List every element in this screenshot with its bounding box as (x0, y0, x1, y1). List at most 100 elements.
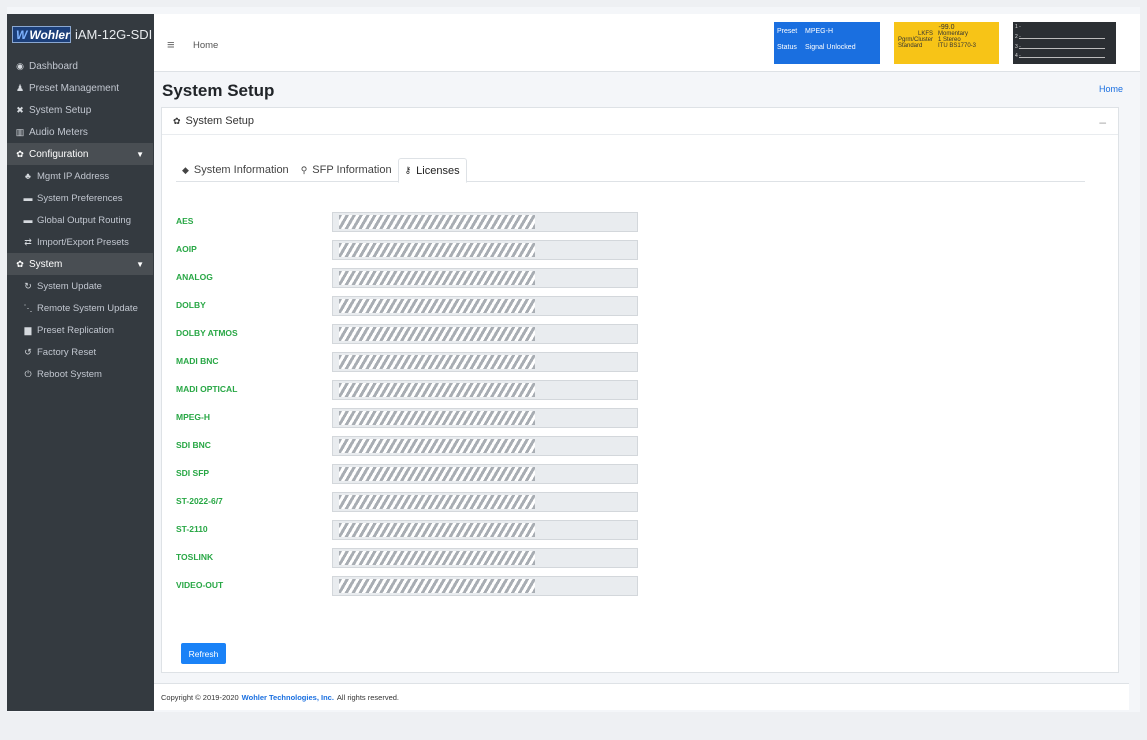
sidebar-item-global-output-routing[interactable]: ▬ Global Output Routing (7, 209, 154, 231)
license-fill (339, 271, 535, 285)
license-row: ANALOG (176, 268, 646, 288)
loudness-panel: -99.0 LKFS Momentary Pgrm/Cluster 1 Stereo… (894, 22, 999, 64)
sidebar-item-label: Audio Meters (29, 126, 88, 138)
license-row: VIDEO-OUT (176, 576, 646, 596)
license-label: AOIP (176, 244, 197, 254)
tab-system-information[interactable]: ◆ System Information (176, 158, 295, 182)
card-title: System Setup (185, 115, 255, 127)
license-row: ST-2022-6/7 (176, 492, 646, 512)
license-row: MADI BNC (176, 352, 646, 372)
license-field (332, 520, 638, 540)
standard-label: Standard (898, 43, 923, 49)
gear-icon: ✿ (173, 115, 181, 126)
license-label: ST-2110 (176, 524, 208, 534)
hamburger-menu-icon[interactable]: ≡ (167, 37, 175, 52)
sidebar-item-system-setup[interactable]: ✖ System Setup (7, 99, 154, 121)
keyboard-icon: ▬ (23, 215, 33, 225)
license-row: TOSLINK (176, 548, 646, 568)
wohler-logo: W Wohler (12, 26, 71, 43)
sidebar-group-configuration[interactable]: ✿ Configuration ▼ (7, 143, 153, 165)
sidebar-item-label: Mgmt IP Address (37, 170, 110, 182)
sidebar-item-label: Preset Replication (37, 324, 115, 336)
brand[interactable]: W Wohler iAM-12G-SDI (7, 14, 154, 55)
sidebar-item-label: Dashboard (29, 60, 78, 72)
breadcrumb-home[interactable]: Home (1099, 84, 1123, 94)
sidebar-item-label: System Setup (29, 104, 92, 116)
power-icon: ⏻ (24, 368, 32, 379)
license-field (332, 548, 638, 568)
license-label: TOSLINK (176, 552, 214, 562)
license-field (332, 464, 638, 484)
sidebar-item-label: Global Output Routing (37, 214, 132, 226)
sidebar-item-system-update[interactable]: ↻ System Update (7, 275, 154, 297)
license-field (332, 352, 638, 372)
keyboard-icon: ▬ (23, 193, 33, 203)
meter-label: 1 - (1015, 24, 1021, 30)
sidebar-item-label: System Preferences (37, 192, 123, 204)
license-label: SDI BNC (176, 440, 211, 450)
license-label: DOLBY (176, 300, 206, 310)
license-field (332, 492, 638, 512)
license-field (332, 296, 638, 316)
license-field (332, 212, 638, 232)
loudness-value: -99.0 (938, 24, 955, 31)
sidebar-item-remote-system-update[interactable]: ⋱ Remote System Update (7, 297, 154, 319)
sidebar-group-label: Configuration (29, 148, 89, 160)
sidebar-group-system[interactable]: ✿ System ▼ (7, 253, 153, 275)
license-fill (339, 383, 535, 397)
sidebar-item-preset-management[interactable]: ♟ Preset Management (7, 77, 154, 99)
tools-icon: ✖ (16, 104, 24, 115)
sidebar-item-system-preferences[interactable]: ▬ System Preferences (7, 187, 154, 209)
sidebar-item-label: Reboot System (37, 368, 102, 380)
license-fill (339, 327, 535, 341)
tab-label: SFP Information (312, 164, 392, 176)
company-link[interactable]: Wohler Technologies, Inc. (242, 693, 334, 702)
license-fill (339, 439, 535, 453)
collapse-card-button[interactable]: – (1099, 115, 1106, 129)
license-row: DOLBY (176, 296, 646, 316)
gears-icon: ✿ (16, 258, 24, 269)
sidebar-item-import-export-presets[interactable]: ⇄ Import/Export Presets (7, 231, 154, 253)
license-row: AOIP (176, 240, 646, 260)
refresh-button[interactable]: Refresh (181, 643, 226, 664)
sidebar-item-dashboard[interactable]: ◉ Dashboard (7, 55, 154, 77)
sidebar-item-audio-meters[interactable]: ▥ Audio Meters (7, 121, 154, 143)
license-label: ANALOG (176, 272, 213, 282)
navbar-home-link[interactable]: Home (193, 40, 218, 51)
preset-label: Preset (777, 28, 798, 35)
license-row: MPEG-H (176, 408, 646, 428)
sidebar-item-factory-reset[interactable]: ↺ Factory Reset (7, 341, 154, 363)
tab-sfp-information[interactable]: ⚲ SFP Information (295, 158, 398, 182)
bar-chart-icon: ▥ (15, 126, 25, 137)
sidebar-item-mgmt-ip-address[interactable]: ♣ Mgmt IP Address (7, 165, 154, 187)
project-diagram-icon: ⋱ (23, 302, 33, 313)
license-row: SDI SFP (176, 464, 646, 484)
license-row: AES (176, 212, 646, 232)
sync-icon: ↻ (24, 280, 32, 291)
top-navbar: ≡ Home Preset MPEG-H Status Signal Unlocke… (154, 14, 1140, 72)
mini-audio-meter[interactable]: 1 - 2 - 3 - 4 - (1013, 22, 1116, 64)
sidebar-item-label: Factory Reset (37, 346, 97, 358)
sidebar-item-label: System Update (37, 280, 102, 292)
network-icon: ♣ (25, 171, 31, 181)
tab-licenses[interactable]: ⚷ Licenses (397, 158, 467, 183)
license-fill (339, 495, 535, 509)
rights-text: All rights reserved. (336, 692, 400, 702)
undo-icon: ↺ (24, 346, 32, 357)
license-label: AES (176, 216, 194, 226)
license-label: MADI OPTICAL (176, 384, 238, 394)
sidebar-item-label: Import/Export Presets (37, 236, 129, 248)
license-fill (339, 411, 535, 425)
standard-value: ITU BS1770-3 (938, 43, 977, 49)
sidebar-item-reboot-system[interactable]: ⏻ Reboot System (7, 363, 154, 385)
meter-bar (1019, 57, 1105, 58)
exchange-icon: ⇄ (24, 236, 32, 247)
page-title: System Setup (162, 81, 275, 100)
tag-icon: ◆ (182, 164, 189, 175)
sidebar-item-preset-replication[interactable]: ▆ Preset Replication (7, 319, 154, 341)
gear-icon: ✿ (16, 148, 24, 159)
license-field (332, 576, 638, 596)
meter-label: 3 - (1015, 44, 1021, 50)
license-fill (339, 579, 535, 593)
status-value: Signal Unlocked (805, 44, 856, 51)
